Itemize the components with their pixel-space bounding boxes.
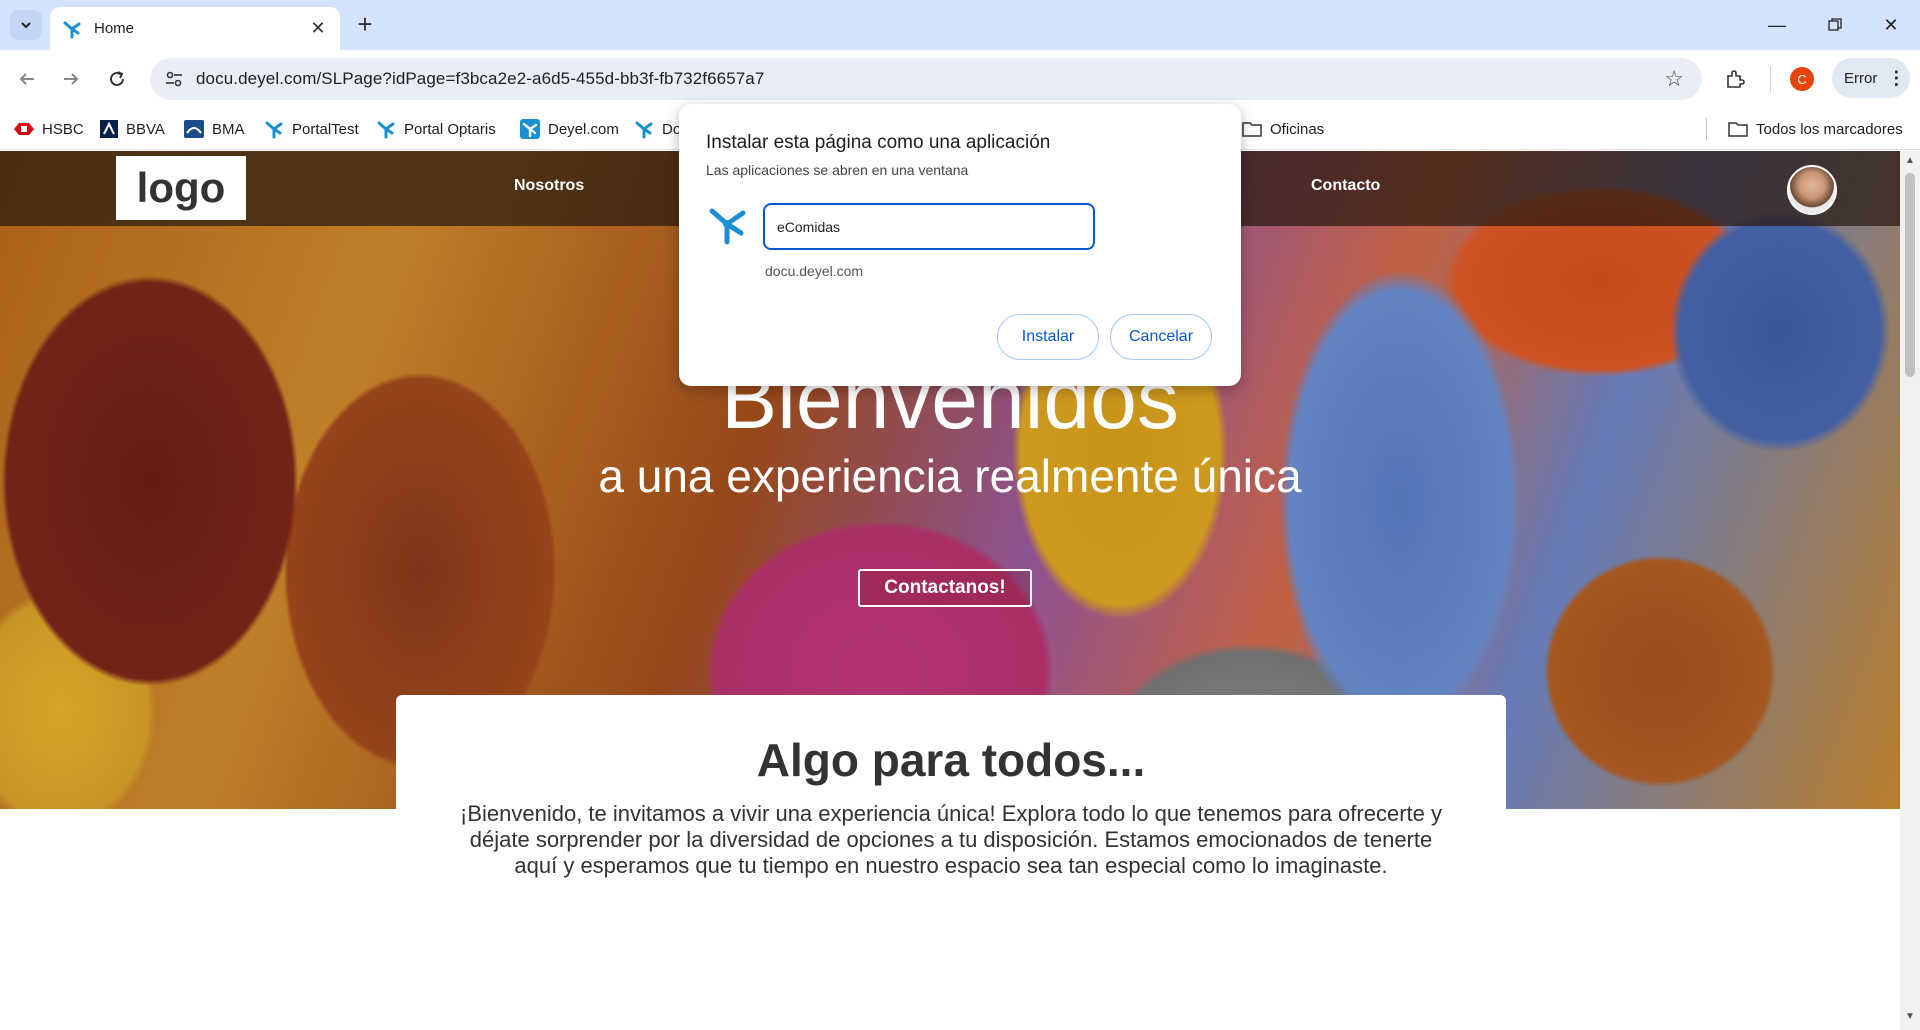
browser-toolbar: docu.deyel.com/SLPage?idPage=f3bca2e2-a6…: [0, 50, 1920, 108]
dialog-title: Instalar esta página como una aplicación: [706, 132, 1051, 153]
close-tab-icon[interactable]: ✕: [308, 18, 328, 39]
app-name-input[interactable]: [763, 203, 1095, 250]
bookmark-star-icon[interactable]: ☆: [1664, 66, 1684, 92]
reload-button[interactable]: [102, 64, 132, 94]
deyel-icon: [520, 119, 540, 139]
hero-subtitle: a una experiencia realmente única: [598, 450, 1302, 502]
bookmark-label: Portal Optaris: [404, 120, 496, 138]
minimize-button[interactable]: —: [1748, 0, 1806, 50]
all-bookmarks-label: Todos los marcadores: [1756, 120, 1903, 138]
contact-cta-button[interactable]: Contactanos!: [858, 569, 1032, 607]
tab-search-button[interactable]: [10, 10, 42, 40]
bookmarks-divider: [1706, 118, 1707, 140]
user-avatar[interactable]: [1787, 165, 1837, 215]
cancel-button[interactable]: Cancelar: [1110, 314, 1212, 360]
bookmark-label: Oficinas: [1270, 120, 1325, 138]
arrow-left-icon: [19, 73, 34, 85]
intro-card: Algo para todos... ¡Bienvenido, te invit…: [396, 695, 1506, 1030]
scroll-up-icon[interactable]: ▲: [1904, 155, 1916, 166]
nav-link-nosotros[interactable]: Nosotros: [514, 177, 584, 195]
bookmark-portal-optaris[interactable]: Portal Optaris: [376, 108, 496, 150]
scrollbar-thumb[interactable]: [1905, 173, 1915, 377]
bookmark-hsbc[interactable]: HSBC: [14, 108, 84, 150]
site-settings-icon[interactable]: [164, 69, 184, 89]
hsbc-icon: [14, 123, 34, 135]
arrow-right-icon: [64, 73, 79, 85]
forward-button[interactable]: [56, 64, 86, 94]
folder-icon: [1728, 121, 1748, 137]
deyel-favicon-icon: [63, 21, 81, 38]
bookmark-label: HSBC: [42, 120, 84, 138]
address-bar[interactable]: docu.deyel.com/SLPage?idPage=f3bca2e2-a6…: [150, 58, 1702, 100]
dialog-subtitle: Las aplicaciones se abren en una ventana: [706, 162, 969, 178]
site-logo[interactable]: logo: [116, 156, 246, 220]
bma-icon: [184, 120, 204, 138]
nav-link-contacto[interactable]: Contacto: [1311, 177, 1380, 195]
bookmark-oficinas[interactable]: Oficinas: [1242, 108, 1324, 150]
reload-icon: [110, 71, 124, 86]
deyel-icon: [376, 119, 396, 139]
bbva-icon: [100, 120, 118, 138]
restore-button[interactable]: [1806, 0, 1864, 50]
install-button[interactable]: Instalar: [997, 314, 1099, 360]
folder-icon: [1242, 121, 1262, 137]
bookmark-bma[interactable]: BMA: [184, 108, 245, 150]
close-window-button[interactable]: ✕: [1862, 0, 1920, 50]
app-origin: docu.deyel.com: [765, 263, 864, 279]
deyel-icon: [634, 119, 654, 139]
section-text: ¡Bienvenido, te invitamos a vivir una ex…: [460, 801, 1442, 878]
bookmark-do[interactable]: Do: [634, 108, 681, 150]
back-button[interactable]: [12, 64, 42, 94]
chevron-down-icon: [21, 22, 31, 29]
more-vertical-icon: ⋮: [1887, 67, 1906, 88]
scroll-down-icon[interactable]: ▼: [1904, 1011, 1916, 1022]
bookmark-deyel-com[interactable]: Deyel.com: [520, 108, 619, 150]
bookmark-label: BBVA: [126, 120, 165, 138]
tab-home[interactable]: Home ✕: [50, 7, 340, 50]
bookmark-bbva[interactable]: BBVA: [100, 108, 165, 150]
error-menu-button[interactable]: Error ⋮: [1832, 58, 1910, 98]
deyel-icon: [264, 119, 284, 139]
all-bookmarks[interactable]: Todos los marcadores: [1728, 108, 1903, 150]
page-scrollbar[interactable]: ▲ ▼: [1900, 151, 1920, 1030]
bookmark-portaltest[interactable]: PortalTest: [264, 108, 359, 150]
tab-strip: Home ✕ + — ✕: [0, 0, 1920, 50]
error-label: Error: [1844, 69, 1878, 87]
bookmark-label: BMA: [212, 120, 245, 138]
tab-title: Home: [94, 20, 135, 37]
profile-avatar-button[interactable]: C: [1790, 67, 1814, 91]
install-app-dialog: Instalar esta página como una aplicación…: [679, 104, 1241, 386]
url-text: docu.deyel.com/SLPage?idPage=f3bca2e2-a6…: [196, 69, 765, 88]
section-title: Algo para todos...: [756, 734, 1146, 786]
deyel-app-icon: [709, 208, 746, 245]
new-tab-button[interactable]: +: [352, 11, 378, 38]
toolbar-divider: [1770, 66, 1771, 92]
extensions-icon[interactable]: [1722, 66, 1748, 92]
restore-icon: [1828, 18, 1842, 31]
bookmark-label: Deyel.com: [548, 120, 619, 138]
bookmark-label: PortalTest: [292, 120, 359, 138]
